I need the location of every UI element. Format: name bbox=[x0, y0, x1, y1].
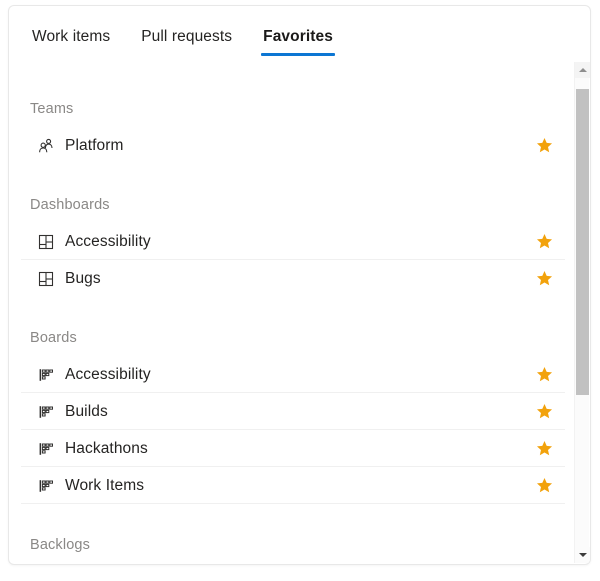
list-item-label: Accessibility bbox=[65, 232, 151, 250]
list-item-label: Platform bbox=[65, 136, 124, 154]
section-header-backlogs: Backlogs bbox=[30, 537, 91, 553]
list-item[interactable]: Work Items bbox=[9, 467, 575, 504]
star-filled-icon[interactable] bbox=[535, 233, 553, 251]
list-item[interactable]: Platform bbox=[9, 127, 575, 164]
board-icon bbox=[37, 440, 55, 458]
tab-work-items[interactable]: Work items bbox=[30, 6, 112, 46]
scroll-down-arrow-icon[interactable] bbox=[575, 547, 590, 563]
scroll-down-arrow-glyph bbox=[578, 553, 587, 557]
section-header-boards: Boards bbox=[30, 330, 77, 346]
vertical-scrollbar[interactable] bbox=[574, 62, 590, 563]
tab-favorites[interactable]: Favorites bbox=[261, 6, 335, 56]
list-item[interactable]: Builds bbox=[9, 393, 575, 430]
list-item-label: Work Items bbox=[65, 476, 145, 494]
star-filled-icon[interactable] bbox=[535, 366, 553, 384]
favorites-panel-page: Work items Pull requests Favorites Teams bbox=[0, 0, 600, 581]
tab-pull-requests-label: Pull requests bbox=[141, 28, 233, 45]
section-header-dashboards: Dashboards bbox=[30, 197, 110, 213]
star-filled-icon[interactable] bbox=[535, 137, 553, 155]
list-item[interactable]: Accessibility bbox=[9, 223, 575, 260]
tab-active-underline bbox=[261, 53, 335, 56]
board-icon bbox=[37, 403, 55, 421]
board-icon bbox=[37, 477, 55, 495]
star-filled-icon[interactable] bbox=[535, 403, 553, 421]
list-item[interactable]: Hackathons bbox=[9, 430, 575, 467]
board-icon bbox=[37, 366, 55, 384]
list-item[interactable]: Bugs bbox=[9, 260, 575, 297]
tab-pull-requests[interactable]: Pull requests bbox=[139, 6, 234, 46]
tab-bar: Work items Pull requests Favorites bbox=[9, 6, 590, 61]
section-header-teams: Teams bbox=[30, 101, 74, 117]
dashboard-icon bbox=[37, 270, 55, 288]
favorites-list: Teams Platform Dashboards Accessibility … bbox=[9, 61, 575, 563]
scrollbar-thumb[interactable] bbox=[576, 89, 589, 395]
tab-favorites-label: Favorites bbox=[263, 28, 333, 45]
list-item-label: Bugs bbox=[65, 269, 101, 287]
list-item-label: Accessibility bbox=[65, 365, 151, 383]
star-filled-icon[interactable] bbox=[535, 477, 553, 495]
star-filled-icon[interactable] bbox=[535, 270, 553, 288]
scroll-up-arrow-icon[interactable] bbox=[575, 62, 590, 78]
list-item[interactable]: Accessibility bbox=[9, 356, 575, 393]
list-item-label: Hackathons bbox=[65, 439, 148, 457]
favorites-scroll-area[interactable]: Teams Platform Dashboards Accessibility … bbox=[9, 61, 590, 564]
tab-work-items-label: Work items bbox=[32, 28, 111, 45]
team-members-icon bbox=[37, 137, 55, 155]
dashboard-icon bbox=[37, 233, 55, 251]
list-item-label: Builds bbox=[65, 402, 108, 420]
scroll-up-arrow-glyph bbox=[578, 68, 587, 72]
favorites-card: Work items Pull requests Favorites Teams bbox=[8, 5, 591, 565]
star-filled-icon[interactable] bbox=[535, 440, 553, 458]
